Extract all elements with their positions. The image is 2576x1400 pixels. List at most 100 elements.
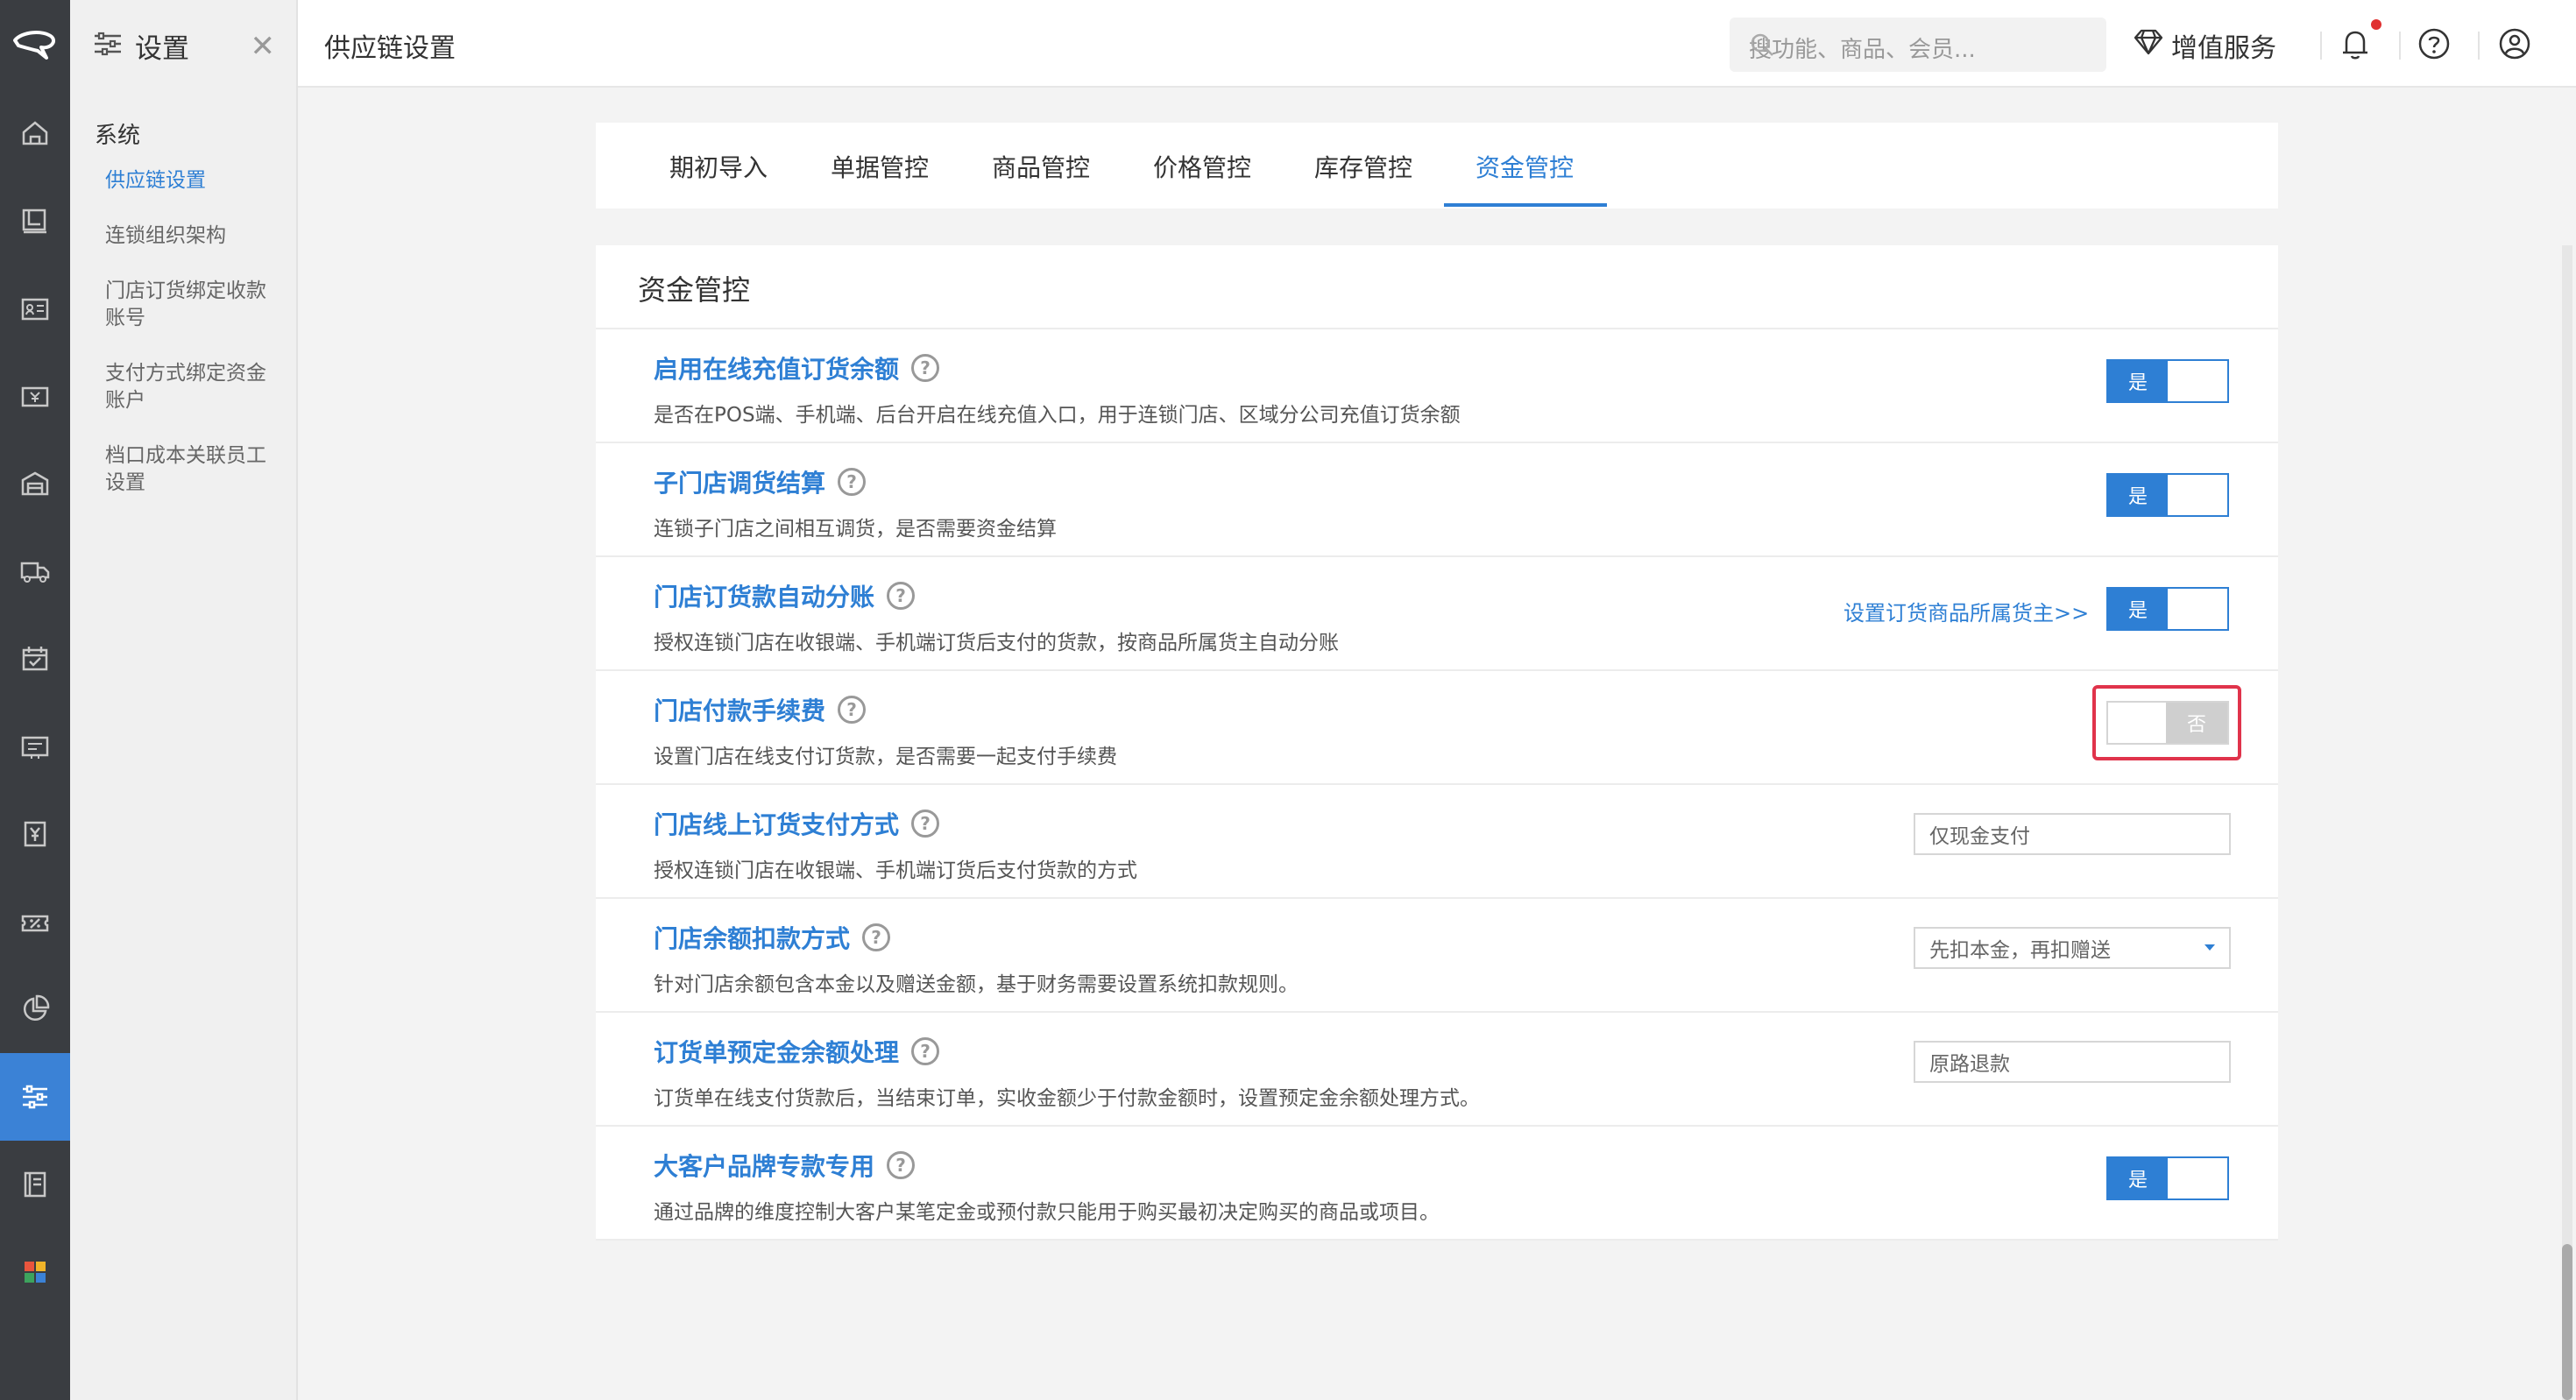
app-logo-icon[interactable] bbox=[0, 0, 70, 91]
setting-description: 针对门店余额包含本金以及赠送金额，基于财务需要设置系统扣款规则。 bbox=[654, 973, 1299, 996]
toggle-label: 否 bbox=[2166, 703, 2227, 743]
sidebar-item-payment-fund-account[interactable]: 支付方式绑定资金账户 bbox=[70, 360, 296, 414]
member-card-icon[interactable] bbox=[0, 265, 70, 352]
help-icon[interactable]: ? bbox=[838, 696, 867, 724]
setting-title: 子门店调货结算 bbox=[654, 469, 826, 498]
settings-sidebar: 设置 ✕ 系统 供应链设置 连锁组织架构 门店订货绑定收款账号 支付方式绑定资金… bbox=[70, 0, 298, 1400]
scrollbar-thumb[interactable] bbox=[2562, 1244, 2572, 1400]
setting-row: 子门店调货结算 ? 连锁子门店之间相互调货，是否需要资金结算 是 bbox=[596, 443, 2278, 557]
setting-row: 门店付款手续费 ? 设置门店在线支付订货款，是否需要一起支付手续费 否 bbox=[596, 671, 2278, 785]
settings-sliders-icon[interactable] bbox=[0, 1053, 70, 1141]
setting-description: 设置门店在线支付订货款，是否需要一起支付手续费 bbox=[654, 746, 1117, 768]
setting-row: 大客户品牌专款专用 ? 通过品牌的维度控制大客户某笔定金或预付款只能用于购买最初… bbox=[596, 1127, 2278, 1241]
voucher-icon[interactable] bbox=[0, 703, 70, 790]
payment-method-field[interactable]: 仅现金支付 bbox=[1914, 813, 2231, 855]
toggle-label: 是 bbox=[2108, 475, 2168, 515]
value-added-services-button[interactable]: 增值服务 bbox=[2133, 26, 2276, 65]
setting-title-wrap: 门店线上订货支付方式 ? bbox=[654, 806, 940, 841]
tab-opening-import[interactable]: 期初导入 bbox=[669, 149, 768, 184]
setting-description: 订货单在线支付货款后，当结束订单，实收金额少于付款金额时，设置预定金余额处理方式… bbox=[654, 1087, 1480, 1110]
setting-description: 授权连锁门店在收银端、手机端订货后支付的货款，按商品所属货主自动分账 bbox=[654, 632, 1339, 654]
setting-title-wrap: 门店付款手续费 ? bbox=[654, 692, 867, 727]
report-pie-icon[interactable] bbox=[0, 965, 70, 1053]
delivery-truck-icon[interactable] bbox=[0, 527, 70, 615]
warehouse-icon[interactable] bbox=[0, 440, 70, 527]
setting-title: 门店付款手续费 bbox=[654, 696, 826, 725]
finance-icon[interactable] bbox=[0, 790, 70, 878]
value-added-services-label: 增值服务 bbox=[2171, 33, 2276, 64]
setting-title: 启用在线充值订货余额 bbox=[654, 355, 900, 384]
discount-icon[interactable] bbox=[0, 878, 70, 965]
bell-icon[interactable] bbox=[2338, 26, 2373, 65]
setting-title-wrap: 子门店调货结算 ? bbox=[654, 464, 867, 499]
sidebar-item-supply-chain[interactable]: 供应链设置 bbox=[70, 167, 296, 194]
help-icon[interactable]: ? bbox=[911, 1037, 940, 1065]
settings-card: 资金管控 启用在线充值订货余额 ? 是否在POS端、手机端、后台开启在线充值入口… bbox=[596, 245, 2278, 1241]
toggle-switch[interactable]: 是 bbox=[2106, 1156, 2229, 1200]
sidebar-item-chain-org[interactable]: 连锁组织架构 bbox=[70, 223, 296, 250]
top-header: 供应链设置 搜功能、商品、会员... 增值服务 bbox=[298, 0, 2576, 88]
icon-rail bbox=[0, 0, 70, 1400]
tab-fund-control[interactable]: 资金管控 bbox=[1476, 149, 1574, 184]
board-icon[interactable] bbox=[0, 177, 70, 265]
help-icon[interactable]: ? bbox=[838, 468, 867, 496]
setting-row: 门店订货款自动分账 ? 授权连锁门店在收银端、手机端订货后支付的货款，按商品所属… bbox=[596, 557, 2278, 671]
sidebar-item-stall-cost-staff[interactable]: 档口成本关联员工设置 bbox=[70, 442, 296, 497]
home-icon[interactable] bbox=[0, 89, 70, 177]
cashier-icon[interactable] bbox=[0, 352, 70, 440]
toggle-switch[interactable]: 是 bbox=[2106, 473, 2229, 517]
notification-dot bbox=[2371, 19, 2381, 30]
tab-bar: 期初导入 单据管控 商品管控 价格管控 库存管控 资金管控 bbox=[596, 123, 2278, 209]
setting-title: 门店线上订货支付方式 bbox=[654, 810, 900, 839]
header-divider bbox=[2478, 32, 2480, 60]
sidebar-section-title: 系统 bbox=[95, 123, 141, 149]
setting-title-wrap: 订货单预定金余额处理 ? bbox=[654, 1034, 940, 1069]
toggle-label: 是 bbox=[2108, 361, 2168, 401]
tab-product-control[interactable]: 商品管控 bbox=[992, 149, 1090, 184]
help-icon[interactable]: ? bbox=[911, 810, 940, 838]
help-icon[interactable]: ? bbox=[887, 1151, 916, 1179]
book-icon[interactable] bbox=[0, 1141, 70, 1228]
help-icon[interactable]: ? bbox=[911, 354, 940, 382]
setting-title: 门店订货款自动分账 bbox=[654, 583, 875, 612]
setting-row: 启用在线充值订货余额 ? 是否在POS端、手机端、后台开启在线充值入口，用于连锁… bbox=[596, 329, 2278, 443]
sidebar-item-store-order-account[interactable]: 门店订货绑定收款账号 bbox=[70, 278, 296, 332]
header-divider bbox=[2399, 32, 2401, 60]
toggle-label: 是 bbox=[2108, 589, 2168, 629]
toggle-switch[interactable]: 是 bbox=[2106, 587, 2229, 631]
help-icon[interactable]: ? bbox=[887, 582, 916, 610]
vertical-scrollbar[interactable] bbox=[2562, 245, 2572, 1400]
sidebar-title: 设置 bbox=[135, 32, 189, 65]
setting-title: 大客户品牌专款专用 bbox=[654, 1152, 875, 1181]
user-account-icon[interactable] bbox=[2497, 26, 2532, 65]
tab-inventory-control[interactable]: 库存管控 bbox=[1314, 149, 1412, 184]
chevron-down-icon bbox=[2204, 944, 2215, 951]
toggle-label: 是 bbox=[2108, 1158, 2168, 1198]
set-product-owner-link[interactable]: 设置订货商品所属货主>> bbox=[1844, 596, 2089, 626]
close-icon[interactable]: ✕ bbox=[251, 32, 276, 61]
calendar-check-icon[interactable] bbox=[0, 615, 70, 703]
setting-title-wrap: 大客户品牌专款专用 ? bbox=[654, 1148, 916, 1183]
search-icon[interactable] bbox=[1749, 32, 2091, 64]
tab-price-control[interactable]: 价格管控 bbox=[1153, 149, 1251, 184]
apps-grid-icon[interactable] bbox=[0, 1228, 70, 1316]
setting-row: 门店余额扣款方式 ? 针对门店余额包含本金以及赠送金额，基于财务需要设置系统扣款… bbox=[596, 899, 2278, 1013]
help-icon[interactable] bbox=[2417, 26, 2452, 65]
card-title: 资金管控 bbox=[638, 273, 751, 307]
sidebar-header: 设置 ✕ bbox=[70, 0, 296, 91]
setting-row: 订货单预定金余额处理 ? 订货单在线支付货款后，当结束订单，实收金额少于付款金额… bbox=[596, 1013, 2278, 1127]
select-value: 先扣本金，再扣赠送 bbox=[1929, 939, 2111, 962]
deduction-method-select[interactable]: 先扣本金，再扣赠送 bbox=[1914, 927, 2231, 969]
help-icon[interactable]: ? bbox=[862, 923, 891, 951]
setting-description: 连锁子门店之间相互调货，是否需要资金结算 bbox=[654, 518, 1057, 541]
setting-description: 通过品牌的维度控制大客户某笔定金或预付款只能用于购买最初决定购买的商品或项目。 bbox=[654, 1201, 1440, 1224]
toggle-switch[interactable]: 否 bbox=[2106, 701, 2229, 745]
deposit-balance-field[interactable]: 原路退款 bbox=[1914, 1041, 2231, 1083]
search-input[interactable]: 搜功能、商品、会员... bbox=[1730, 18, 2106, 72]
setting-title: 门店余额扣款方式 bbox=[654, 924, 851, 953]
header-divider bbox=[2320, 32, 2322, 60]
tab-document-control[interactable]: 单据管控 bbox=[831, 149, 929, 184]
setting-title-wrap: 启用在线充值订货余额 ? bbox=[654, 350, 940, 385]
active-tab-indicator bbox=[1444, 203, 1607, 207]
toggle-switch[interactable]: 是 bbox=[2106, 359, 2229, 403]
